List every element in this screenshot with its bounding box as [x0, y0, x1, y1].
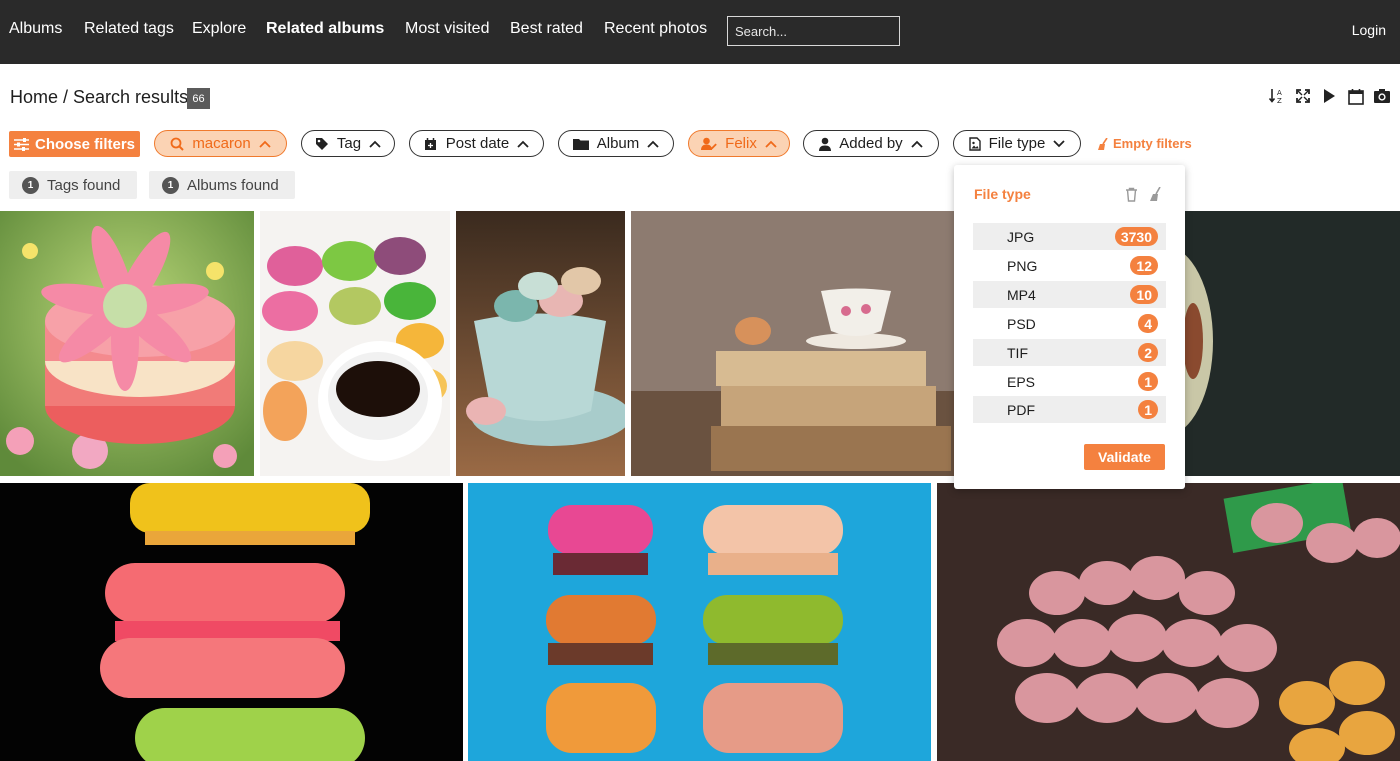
validate-button[interactable]: Validate: [1084, 444, 1165, 470]
search-icon: [170, 137, 185, 151]
broom-icon[interactable]: [1148, 186, 1164, 202]
filter-chip-label: Added by: [839, 135, 903, 152]
tags-found-count: 1: [22, 176, 39, 194]
calendar-plus-icon: [424, 137, 436, 150]
photo-thumbnail[interactable]: [468, 483, 931, 761]
albums-found-label: Albums found: [187, 176, 279, 194]
filter-chip-label: Post date: [445, 135, 510, 152]
filter-chip-search[interactable]: macaron: [154, 130, 287, 157]
option-label: MP4: [1007, 286, 1036, 303]
login-link[interactable]: Login: [1352, 22, 1386, 38]
filter-chip-added-by[interactable]: Added by: [803, 130, 939, 157]
photo-thumbnail[interactable]: [456, 211, 625, 476]
filter-chip-album[interactable]: Album: [558, 130, 674, 157]
option-label: PSD: [1007, 315, 1036, 332]
filter-chip-felix[interactable]: Felix: [688, 130, 790, 157]
file-type-option-jpg[interactable]: JPG 3730: [973, 223, 1166, 250]
user-edit-icon: [701, 137, 717, 150]
calendar-icon[interactable]: [1346, 86, 1366, 106]
option-label: PDF: [1007, 401, 1035, 418]
nav-explore[interactable]: Explore: [192, 20, 246, 38]
file-type-option-png[interactable]: PNG 12: [973, 252, 1166, 279]
search-input[interactable]: [727, 16, 900, 46]
option-count: 1: [1138, 372, 1158, 391]
tags-found-label: Tags found: [47, 176, 121, 194]
filter-chip-label: Felix: [725, 135, 757, 152]
nav-related-tags[interactable]: Related tags: [84, 20, 174, 38]
option-count: 2: [1138, 343, 1158, 362]
fullscreen-icon[interactable]: [1293, 86, 1313, 106]
photo-thumbnail[interactable]: [0, 211, 254, 476]
top-nav: Albums Related tags Explore Related albu…: [0, 0, 1400, 64]
chevron-up-icon: [647, 140, 659, 148]
broom-icon: [1098, 137, 1108, 150]
user-icon: [819, 137, 832, 151]
chevron-up-icon: [911, 140, 923, 148]
albums-found-button[interactable]: 1 Albums found: [149, 171, 295, 199]
file-type-option-psd[interactable]: PSD 4: [973, 310, 1166, 337]
option-label: JPG: [1007, 228, 1035, 245]
choose-filters-button[interactable]: Choose filters: [9, 131, 140, 157]
photo-thumbnail[interactable]: [937, 483, 1400, 761]
file-image-icon: [968, 136, 981, 151]
nav-recent-photos[interactable]: Recent photos: [604, 20, 707, 38]
file-type-option-pdf[interactable]: PDF 1: [973, 396, 1166, 423]
chevron-up-icon: [765, 140, 777, 148]
filter-chip-label: macaron: [192, 135, 251, 152]
svg-text:Z: Z: [1277, 97, 1282, 105]
nav-most-visited[interactable]: Most visited: [405, 20, 489, 38]
nav-best-rated[interactable]: Best rated: [510, 20, 583, 38]
chevron-up-icon: [517, 140, 529, 148]
filter-chip-post-date[interactable]: Post date: [409, 130, 544, 157]
chevron-up-icon: [369, 140, 381, 148]
empty-filters-link[interactable]: Empty filters: [1098, 136, 1192, 151]
filter-chip-label: File type: [988, 135, 1046, 152]
filter-chip-tag[interactable]: Tag: [301, 130, 395, 157]
option-count: 12: [1130, 256, 1158, 275]
play-icon[interactable]: [1319, 86, 1339, 106]
sort-icon[interactable]: AZ: [1267, 86, 1287, 106]
empty-filters-label: Empty filters: [1113, 136, 1192, 151]
filter-chip-file-type[interactable]: File type: [953, 130, 1081, 157]
sliders-icon: [13, 137, 29, 151]
nav-related-albums[interactable]: Related albums: [266, 20, 384, 38]
tags-found-button[interactable]: 1 Tags found: [9, 171, 137, 199]
photo-thumbnail[interactable]: [0, 483, 463, 761]
breadcrumb: Home / Search results: [10, 87, 189, 107]
svg-text:A: A: [1277, 89, 1282, 97]
filter-chip-label: Album: [596, 135, 640, 152]
option-count: 1: [1138, 400, 1158, 419]
photo-thumbnail[interactable]: [631, 211, 955, 476]
tag-icon: [315, 137, 328, 150]
option-label: PNG: [1007, 257, 1038, 274]
option-label: TIF: [1007, 344, 1028, 361]
file-type-option-tif[interactable]: TIF 2: [973, 339, 1166, 366]
filter-chip-label: Tag: [336, 135, 362, 152]
file-type-option-mp4[interactable]: MP4 10: [973, 281, 1166, 308]
option-label: EPS: [1007, 373, 1036, 390]
dropdown-title: File type: [974, 186, 1031, 202]
nav-albums[interactable]: Albums: [9, 20, 62, 38]
trash-icon[interactable]: [1123, 186, 1139, 202]
results-count-badge: 66: [187, 88, 210, 109]
albums-found-count: 1: [162, 176, 179, 194]
camera-icon[interactable]: [1372, 86, 1392, 106]
photo-thumbnail[interactable]: [1185, 211, 1400, 476]
option-count: 4: [1138, 314, 1158, 333]
chevron-down-icon: [1053, 139, 1065, 147]
folder-icon: [572, 139, 589, 150]
file-type-dropdown: File type JPG 3730 PNG 12 MP4 10 PSD 4 T…: [954, 165, 1185, 489]
choose-filters-label: Choose filters: [34, 135, 136, 153]
file-type-option-eps[interactable]: EPS 1: [973, 368, 1166, 395]
chevron-up-icon: [259, 140, 271, 148]
photo-thumbnail[interactable]: [260, 211, 450, 476]
option-count: 10: [1130, 285, 1158, 304]
option-count: 3730: [1114, 227, 1158, 246]
